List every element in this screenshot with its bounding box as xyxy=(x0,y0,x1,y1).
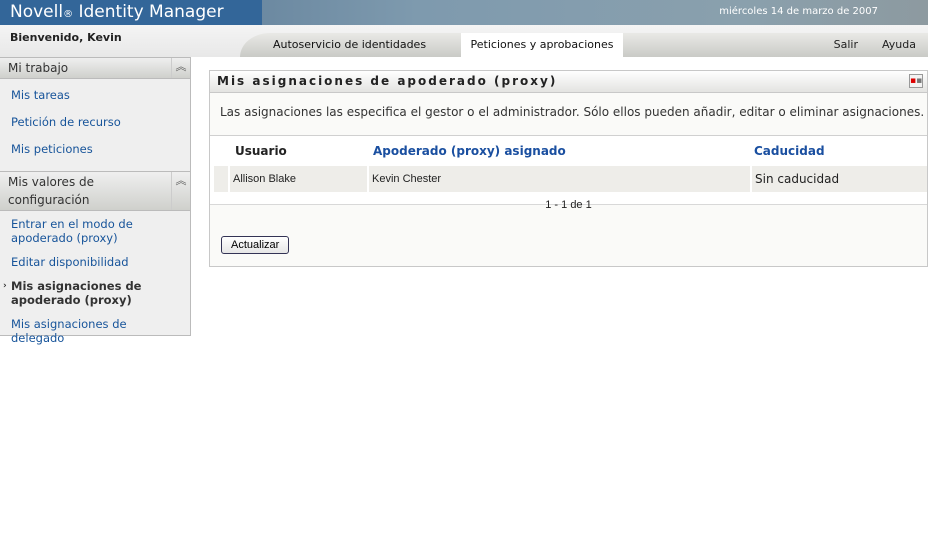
sidebar: Mi trabajo ︽ Mis tareas Petición de recur… xyxy=(0,57,191,345)
sidebar-item-editar-disponibilidad[interactable]: Editar disponibilidad xyxy=(0,252,190,272)
collapse-icon[interactable]: ︽ xyxy=(171,58,190,78)
table-row[interactable]: Allison Blake Kevin Chester Sin caducida… xyxy=(214,166,927,192)
pagination-info: 1 - 1 de 1 xyxy=(545,199,592,211)
panel-description: Las asignaciones las especifica el gesto… xyxy=(210,93,927,136)
refresh-button[interactable]: Actualizar xyxy=(221,236,290,254)
panel-header: Mis asignaciones de apoderado (proxy) ▪▪ xyxy=(210,71,927,93)
panel-title: Mis asignaciones de apoderado (proxy) xyxy=(217,74,558,88)
cell-proxy: Kevin Chester xyxy=(367,166,750,192)
tab-peticiones[interactable]: Peticiones y aprobaciones xyxy=(461,33,623,57)
logout-link[interactable]: Salir xyxy=(834,33,858,57)
sidebar-item-mis-peticiones[interactable]: Mis peticiones xyxy=(0,139,190,159)
section-header-configuracion[interactable]: Mis valores de configuración ︽ xyxy=(0,171,190,211)
cell-expiry: Sin caducidad xyxy=(750,166,839,192)
product-name: Identity Manager xyxy=(78,2,224,22)
product-logo: Novell® Identity Manager xyxy=(0,0,262,25)
registered-mark: ® xyxy=(63,9,74,20)
column-header-caducidad[interactable]: Caducidad xyxy=(754,144,825,158)
current-date: miércoles 14 de marzo de 2007 xyxy=(719,6,878,17)
sidebar-item-asignaciones-delegado[interactable]: Mis asignaciones de delegado xyxy=(0,314,190,348)
section-title: Mis valores de configuración xyxy=(8,175,95,207)
cell-user: Allison Blake xyxy=(228,166,367,192)
sidebar-item-peticion-recurso[interactable]: Petición de recurso xyxy=(0,112,190,132)
tab-autoservicio[interactable]: Autoservicio de identidades xyxy=(265,33,434,57)
column-header-apoderado[interactable]: Apoderado (proxy) asignado xyxy=(373,144,566,158)
banner: Novell® Identity Manager miércoles 14 de… xyxy=(0,0,928,25)
help-link[interactable]: Ayuda xyxy=(882,33,916,57)
proxy-assignments-panel: Mis asignaciones de apoderado (proxy) ▪▪ … xyxy=(209,70,928,267)
customize-icon[interactable]: ▪▪ xyxy=(909,74,923,88)
sidebar-item-asignaciones-proxy[interactable]: Mis asignaciones de apoderado (proxy) xyxy=(0,276,190,310)
column-header-usuario: Usuario xyxy=(235,144,287,158)
section-title: Mi trabajo xyxy=(8,61,69,75)
nav-bar: Bienvenido, Kevin Autoservicio de identi… xyxy=(0,25,928,57)
sidebar-item-entrar-proxy[interactable]: Entrar en el modo de apoderado (proxy) xyxy=(0,214,190,248)
collapse-icon[interactable]: ︽ xyxy=(171,172,190,210)
sidebar-item-mis-tareas[interactable]: Mis tareas xyxy=(0,85,190,105)
welcome-text: Bienvenido, Kevin xyxy=(10,31,122,44)
brand-name: Novell xyxy=(10,2,64,22)
section-header-mi-trabajo[interactable]: Mi trabajo ︽ xyxy=(0,57,190,79)
assignments-table: Usuario Apoderado (proxy) asignado Caduc… xyxy=(210,136,927,205)
